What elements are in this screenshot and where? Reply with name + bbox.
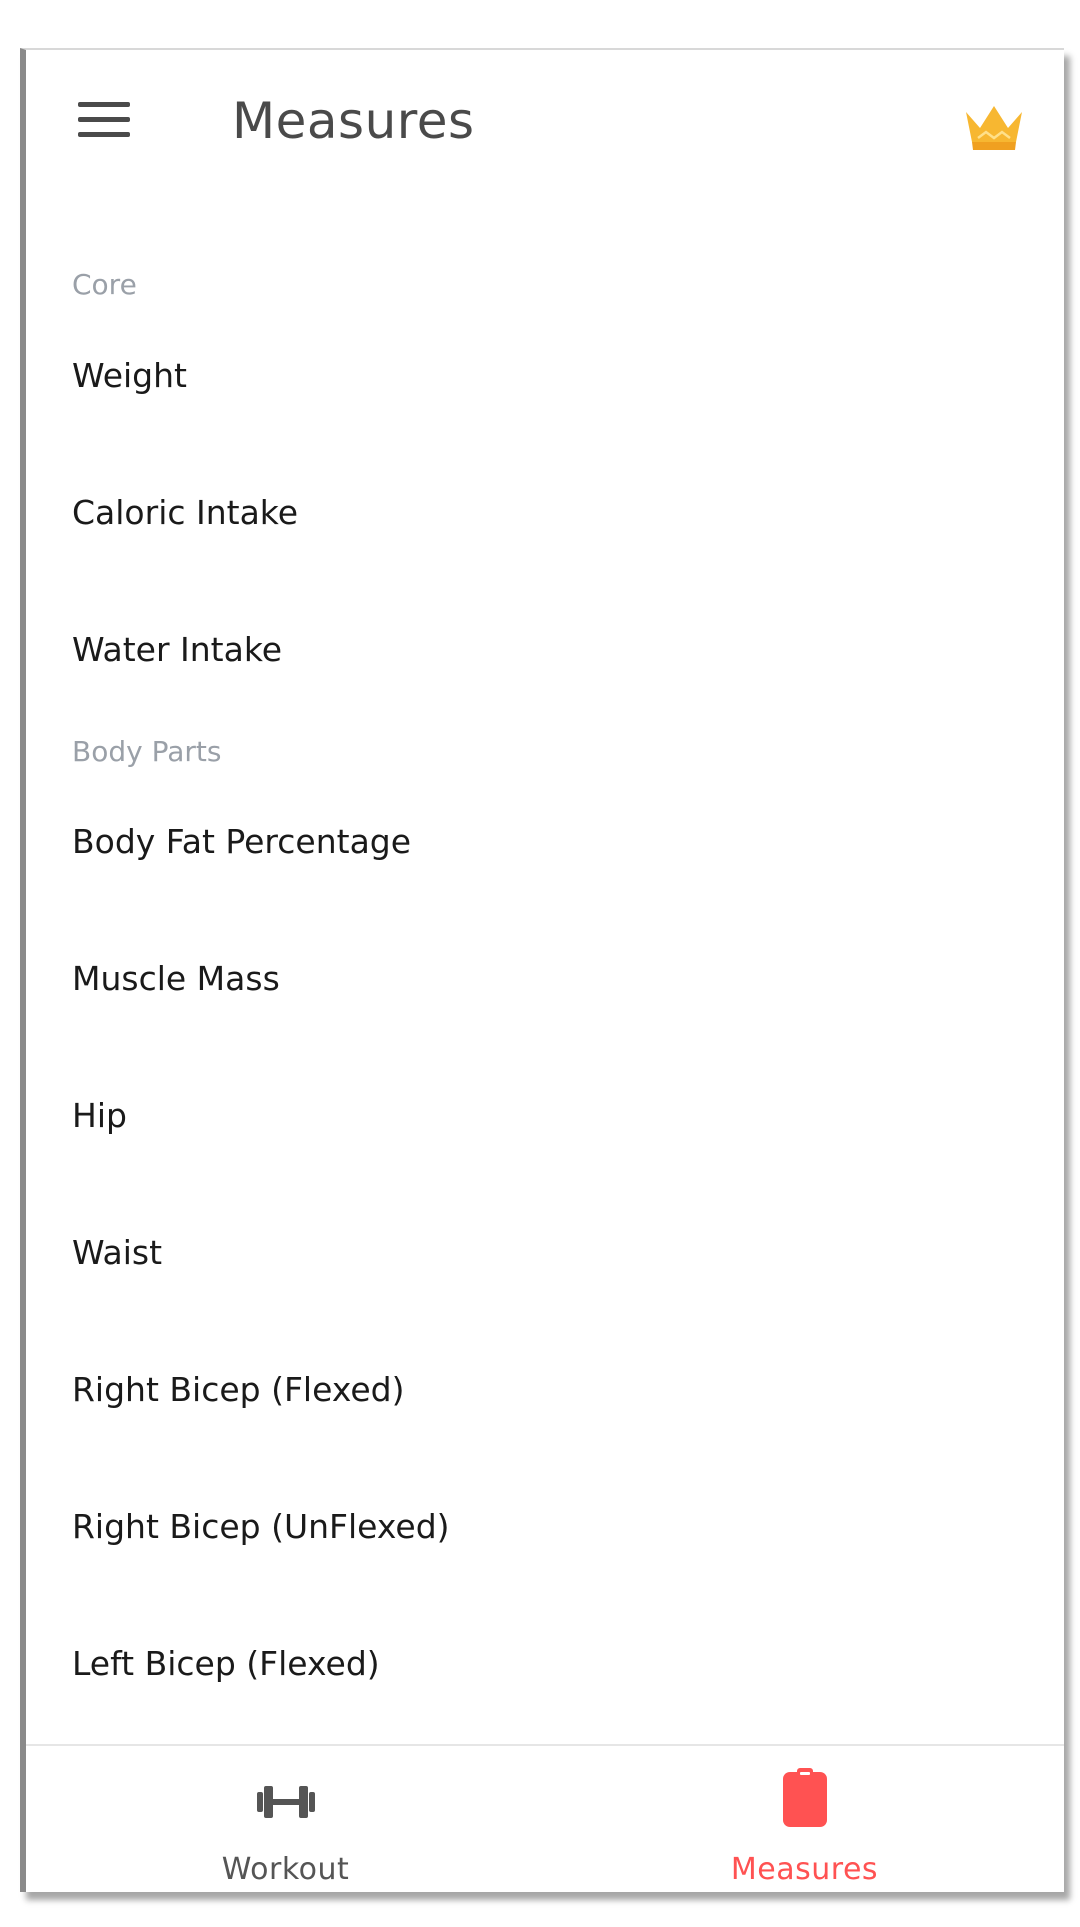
list-item-right-bicep-flexed[interactable]: Right Bicep (Flexed) [72, 1370, 1032, 1409]
tab-workout-label: Workout [221, 1852, 350, 1887]
list-item-caloric-intake[interactable]: Caloric Intake [72, 493, 1032, 532]
app-bar: Measures [26, 50, 1064, 220]
tab-measures[interactable]: Measures [545, 1746, 1064, 1892]
list-item-right-bicep-unflexed[interactable]: Right Bicep (UnFlexed) [72, 1507, 1032, 1546]
section-header-core: Core [72, 268, 137, 301]
list-item-left-bicep-flexed[interactable]: Left Bicep (Flexed) [72, 1644, 1032, 1683]
list-item-waist[interactable]: Waist [72, 1233, 1032, 1272]
phone-screen: Measures Core Weight Caloric Intake Wate… [20, 48, 1064, 1892]
list-item-water-intake[interactable]: Water Intake [72, 630, 1032, 669]
premium-button[interactable] [962, 98, 1026, 156]
list-item-body-fat-percentage[interactable]: Body Fat Percentage [72, 822, 1032, 861]
list-item-weight[interactable]: Weight [72, 356, 1032, 395]
crown-icon [966, 106, 1022, 150]
tab-workout[interactable]: Workout [26, 1746, 545, 1892]
list-item-muscle-mass[interactable]: Muscle Mass [72, 959, 1032, 998]
page-title: Measures [232, 92, 475, 150]
bottom-navigation: Workout Measures [26, 1744, 1064, 1892]
list-item-hip[interactable]: Hip [72, 1096, 1032, 1135]
clipboard-icon [782, 1768, 827, 1827]
tab-measures-label: Measures [730, 1852, 879, 1887]
section-header-body-parts: Body Parts [72, 735, 222, 768]
dumbbell-icon [256, 1786, 315, 1818]
menu-button[interactable] [78, 102, 138, 150]
